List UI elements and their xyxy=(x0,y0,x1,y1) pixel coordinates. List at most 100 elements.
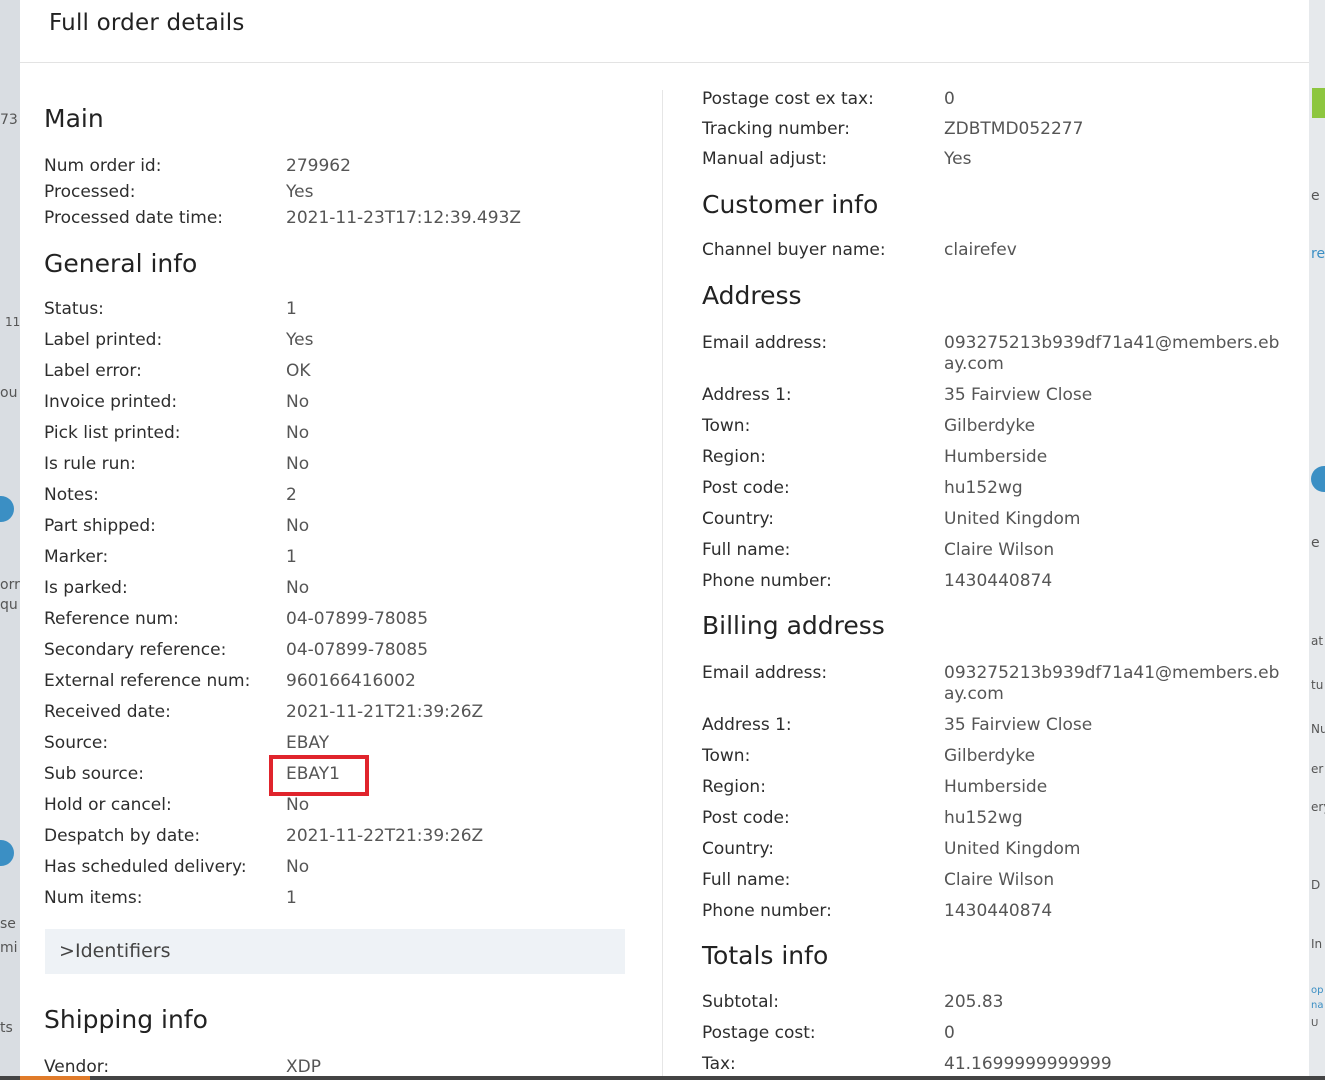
row-value: Claire Wilson xyxy=(944,540,1055,560)
row-label: Manual adjust: xyxy=(702,149,828,169)
background-badge xyxy=(0,840,14,866)
background-text: at xyxy=(1311,634,1324,648)
background-text: ts xyxy=(0,1020,13,1036)
row-value: 35 Fairview Close xyxy=(944,715,1093,735)
background-text: mi xyxy=(0,940,18,956)
row-value: 2 xyxy=(286,485,297,505)
row-value: 1430440874 xyxy=(944,901,1053,921)
section-heading: General info xyxy=(44,249,198,278)
background-text: D xyxy=(1311,878,1321,892)
row-value: 04-07899-78085 xyxy=(286,640,429,660)
row-label: Despatch by date: xyxy=(44,826,201,846)
row-value: 2021-11-23T17:12:39.493Z xyxy=(286,208,522,228)
background-text: e xyxy=(1311,188,1320,204)
row-label: Phone number: xyxy=(702,901,832,921)
row-value: 960166416002 xyxy=(286,671,416,691)
row-label: Has scheduled delivery: xyxy=(44,857,247,877)
modal-title: Full order details xyxy=(49,10,245,36)
row-label: Email address: xyxy=(702,333,828,353)
row-value: ZDBTMD052277 xyxy=(944,119,1084,139)
row-value: 093275213b939df71a41@members.ebay.com xyxy=(944,663,1280,704)
row-label: Part shipped: xyxy=(44,516,156,536)
row-value: 0 xyxy=(944,1023,955,1043)
row-label: Postage cost ex tax: xyxy=(702,89,874,109)
row-value: 0 xyxy=(944,89,955,109)
row-label: Postage cost: xyxy=(702,1023,816,1043)
row-label: Phone number: xyxy=(702,571,832,591)
column-divider xyxy=(662,90,663,1076)
row-value: Humberside xyxy=(944,447,1048,467)
background-badge xyxy=(1311,466,1325,492)
section-heading: Billing address xyxy=(702,611,885,640)
section-heading: Totals info xyxy=(702,941,829,970)
row-label: Subtotal: xyxy=(702,992,779,1012)
row-label: Country: xyxy=(702,839,775,859)
row-value: Gilberdyke xyxy=(944,416,1036,436)
row-value: Yes xyxy=(944,149,972,169)
highlight-annotation-box xyxy=(269,755,369,796)
row-value: United Kingdom xyxy=(944,509,1081,529)
background-text: U xyxy=(1311,1018,1319,1029)
row-value: No xyxy=(286,857,310,877)
row-value: Humberside xyxy=(944,777,1048,797)
background-page-right: e re e at tu Nu er ery D In op na U xyxy=(1309,0,1325,1080)
row-label: Processed: xyxy=(44,182,136,202)
row-label: Notes: xyxy=(44,485,99,505)
row-label: Region: xyxy=(702,447,766,467)
row-label: Invoice printed: xyxy=(44,392,178,412)
row-value: Yes xyxy=(286,330,314,350)
row-value: 279962 xyxy=(286,156,351,176)
row-label: Source: xyxy=(44,733,109,753)
section-heading: Main xyxy=(44,104,104,133)
chevron-right-icon: > xyxy=(59,940,75,962)
background-text: er xyxy=(1311,762,1324,776)
row-value: 04-07899-78085 xyxy=(286,609,429,629)
background-page-left: 73 11 ou orr qu se mi ts xyxy=(0,0,20,1080)
row-value: No xyxy=(286,578,310,598)
row-value: EBAY xyxy=(286,733,330,753)
background-text: qu xyxy=(0,597,18,613)
row-label: Full name: xyxy=(702,870,791,890)
row-value: 205.83 xyxy=(944,992,1004,1012)
row-value: No xyxy=(286,423,310,443)
row-value: hu152wg xyxy=(944,808,1023,828)
order-details-modal: Full order details Main Num order id: 279… xyxy=(20,0,1309,1076)
row-value: 1 xyxy=(286,299,297,319)
row-value: Yes xyxy=(286,182,314,202)
background-text: op xyxy=(1311,985,1324,996)
row-label: Is parked: xyxy=(44,578,128,598)
identifiers-accordion[interactable]: > Identifiers xyxy=(45,929,625,974)
section-heading: Customer info xyxy=(702,190,879,219)
background-text: In xyxy=(1311,937,1323,951)
background-text: e xyxy=(1311,535,1320,551)
row-label: Address 1: xyxy=(702,385,792,405)
row-value: 2021-11-22T21:39:26Z xyxy=(286,826,484,846)
row-value: United Kingdom xyxy=(944,839,1081,859)
row-value: 1430440874 xyxy=(944,571,1053,591)
background-text: na xyxy=(1311,1000,1324,1011)
background-text: 11 xyxy=(5,315,20,329)
row-value: Gilberdyke xyxy=(944,746,1036,766)
row-label: Hold or cancel: xyxy=(44,795,172,815)
background-text: ery xyxy=(1311,800,1325,814)
row-value: Claire Wilson xyxy=(944,870,1055,890)
background-text: Nu xyxy=(1311,722,1325,736)
background-text: re xyxy=(1311,246,1325,262)
row-label: Email address: xyxy=(702,663,828,683)
row-label: Address 1: xyxy=(702,715,792,735)
row-value: 093275213b939df71a41@members.ebay.com xyxy=(944,333,1280,374)
row-value: hu152wg xyxy=(944,478,1023,498)
background-text: orr xyxy=(0,577,20,593)
row-value: 35 Fairview Close xyxy=(944,385,1093,405)
row-value: No xyxy=(286,795,310,815)
row-value: 1 xyxy=(286,547,297,567)
row-label: Is rule run: xyxy=(44,454,136,474)
row-label: Vendor: xyxy=(44,1057,110,1076)
row-value: 1 xyxy=(286,888,297,908)
row-value: OK xyxy=(286,361,311,381)
row-label: Received date: xyxy=(44,702,171,722)
row-label: External reference num: xyxy=(44,671,251,691)
row-label: Num order id: xyxy=(44,156,162,176)
row-label: Post code: xyxy=(702,808,790,828)
background-text: ou xyxy=(0,385,18,401)
